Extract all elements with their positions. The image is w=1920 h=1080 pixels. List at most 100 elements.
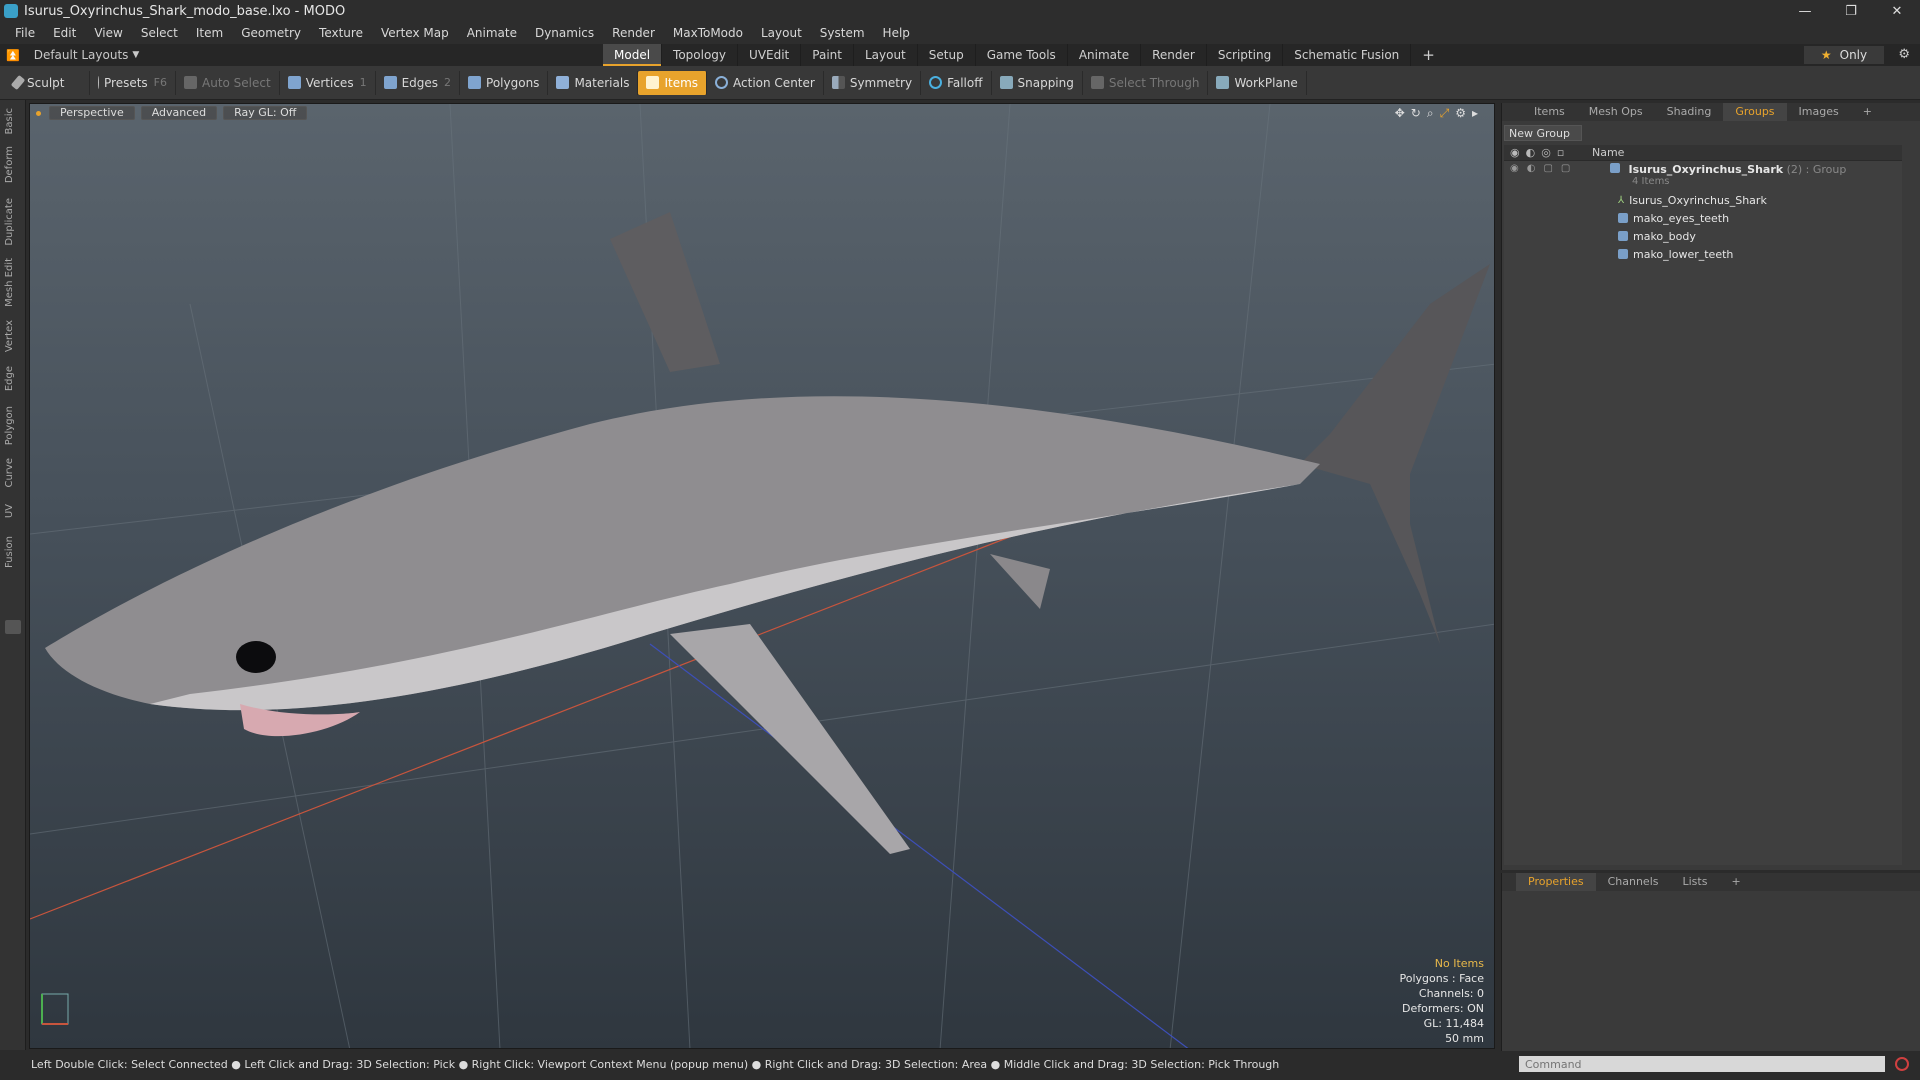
items-button[interactable]: Items <box>638 70 708 95</box>
menu-system[interactable]: System <box>811 26 874 40</box>
materials-button[interactable]: Materials <box>548 70 639 95</box>
symmetry-button[interactable]: Symmetry <box>824 70 922 95</box>
layout-current[interactable]: Default Layouts <box>34 48 129 62</box>
lefttab-mesh-edit[interactable]: Mesh Edit <box>4 258 20 307</box>
lefttab-vertex[interactable]: Vertex <box>4 320 20 352</box>
presets-button[interactable]: Presets F6 <box>90 70 176 95</box>
menu-texture[interactable]: Texture <box>310 26 372 40</box>
tab-properties[interactable]: Properties <box>1516 873 1596 891</box>
add-tab-icon[interactable]: + <box>1411 44 1446 66</box>
raygl-button[interactable]: Ray GL: Off <box>223 106 308 120</box>
lefttab-duplicate[interactable]: Duplicate <box>4 198 20 246</box>
lefttab-deform[interactable]: Deform <box>4 146 20 183</box>
layout-up-icon[interactable]: ⏫ <box>6 49 20 62</box>
tab-images[interactable]: Images <box>1787 103 1851 121</box>
polygons-button[interactable]: Polygons <box>460 70 549 95</box>
tab-shading[interactable]: Shading <box>1655 103 1724 121</box>
menu-help[interactable]: Help <box>874 26 919 40</box>
lefttab-polygon[interactable]: Polygon <box>4 406 20 445</box>
eye-icon[interactable]: ◉ <box>1510 163 1519 174</box>
workplane-button[interactable]: WorkPlane <box>1208 70 1307 95</box>
tab-groups[interactable]: Groups <box>1723 103 1787 121</box>
new-group-button[interactable]: New Group <box>1504 125 1582 141</box>
select-through-button[interactable]: Select Through <box>1083 70 1209 95</box>
tab-game-tools[interactable]: Game Tools <box>976 44 1068 66</box>
add-properties-tab-icon[interactable]: + <box>1719 873 1752 891</box>
menu-file[interactable]: File <box>6 26 44 40</box>
group-row[interactable]: ◉ ◐ ▢ ▢ Isurus_Oxyrinchus_Shark (2) : Gr… <box>1504 161 1902 191</box>
tab-setup[interactable]: Setup <box>918 44 976 66</box>
group-item-row[interactable]: mako_body <box>1504 227 1902 245</box>
tab-render[interactable]: Render <box>1141 44 1207 66</box>
name-column-header[interactable]: Name <box>1588 146 1624 159</box>
tab-paint[interactable]: Paint <box>801 44 854 66</box>
command-input[interactable] <box>1519 1056 1885 1072</box>
auto-select-button[interactable]: Auto Select <box>176 70 280 95</box>
move-view-icon[interactable]: ✥ <box>1395 106 1405 121</box>
action-center-button[interactable]: Action Center <box>707 70 824 95</box>
tab-lists[interactable]: Lists <box>1671 873 1720 891</box>
tab-uvedit[interactable]: UVEdit <box>738 44 802 66</box>
menu-dynamics[interactable]: Dynamics <box>526 26 603 40</box>
lock-column-icon[interactable]: ◎ <box>1541 146 1551 159</box>
tab-model[interactable]: Model <box>603 44 663 66</box>
tab-items[interactable]: Items <box>1522 103 1577 121</box>
tab-topology[interactable]: Topology <box>662 44 739 66</box>
viewport-menu-icon[interactable]: ▸ <box>1472 106 1478 121</box>
menu-vertex-map[interactable]: Vertex Map <box>372 26 458 40</box>
menu-geometry[interactable]: Geometry <box>232 26 310 40</box>
menu-maxtomodo[interactable]: MaxToModo <box>664 26 752 40</box>
render-icon[interactable]: ◐ <box>1527 163 1536 174</box>
restore-button[interactable]: ❐ <box>1828 0 1874 22</box>
menu-render[interactable]: Render <box>603 26 664 40</box>
lock-icon[interactable]: ▢ <box>1543 163 1552 174</box>
stop-icon[interactable] <box>1895 1057 1909 1071</box>
tab-scripting[interactable]: Scripting <box>1207 44 1284 66</box>
layout-selector[interactable]: ⏫ Default Layouts ▼ <box>0 48 600 62</box>
view-mode-button[interactable]: Advanced <box>140 106 218 120</box>
tab-mesh-ops[interactable]: Mesh Ops <box>1577 103 1655 121</box>
close-button[interactable]: ✕ <box>1874 0 1920 22</box>
lefttab-uv[interactable]: UV <box>4 504 20 518</box>
add-panel-tab-icon[interactable]: + <box>1851 103 1884 121</box>
select-column-icon[interactable]: ▫ <box>1557 146 1564 159</box>
minimize-button[interactable]: — <box>1782 0 1828 22</box>
tab-layout[interactable]: Layout <box>854 44 918 66</box>
tab-channels[interactable]: Channels <box>1596 873 1671 891</box>
menu-layout[interactable]: Layout <box>752 26 811 40</box>
group-item-row[interactable]: mako_eyes_teeth <box>1504 209 1902 227</box>
falloff-button[interactable]: Falloff <box>921 70 992 95</box>
sculpt-button[interactable]: Sculpt <box>6 70 90 95</box>
tab-schematic-fusion[interactable]: Schematic Fusion <box>1283 44 1412 66</box>
lefttab-curve[interactable]: Curve <box>4 458 20 488</box>
menu-animate[interactable]: Animate <box>458 26 526 40</box>
group-item-row[interactable]: mako_lower_teeth <box>1504 245 1902 263</box>
viewport-scene[interactable] <box>30 104 1495 1049</box>
snapping-button[interactable]: Snapping <box>992 70 1083 95</box>
view-perspective-button[interactable]: Perspective <box>49 106 135 120</box>
chevron-down-icon[interactable]: ▼ <box>132 50 139 60</box>
shark-model[interactable] <box>45 212 1490 854</box>
expand-panel-icon[interactable] <box>5 620 21 634</box>
group-item-row[interactable]: ⅄ Isurus_Oxyrinchus_Shark <box>1504 191 1902 209</box>
edges-button[interactable]: Edges 2 <box>376 70 461 95</box>
lefttab-basic[interactable]: Basic <box>4 108 20 134</box>
tab-animate[interactable]: Animate <box>1068 44 1142 66</box>
zoom-view-icon[interactable]: ⌕ <box>1427 106 1434 121</box>
menu-select[interactable]: Select <box>132 26 187 40</box>
lefttab-fusion[interactable]: Fusion <box>4 536 20 568</box>
checkbox-icon[interactable]: ▢ <box>1561 163 1570 174</box>
rotate-view-icon[interactable]: ↻ <box>1411 106 1421 121</box>
3d-viewport[interactable]: Perspective Advanced Ray GL: Off ✥ ↻ ⌕ ⤢… <box>29 103 1495 1049</box>
render-column-icon[interactable]: ◐ <box>1526 146 1536 159</box>
only-button[interactable]: ★ Only <box>1804 46 1884 64</box>
menu-item[interactable]: Item <box>187 26 232 40</box>
view-settings-icon[interactable]: ⚙ <box>1455 106 1466 121</box>
menu-edit[interactable]: Edit <box>44 26 85 40</box>
fit-view-icon[interactable]: ⤢ <box>1440 106 1450 121</box>
lefttab-edge[interactable]: Edge <box>4 366 20 391</box>
menu-view[interactable]: View <box>85 26 131 40</box>
vertices-button[interactable]: Vertices 1 <box>280 70 376 95</box>
gear-icon[interactable]: ⚙ <box>1898 47 1910 62</box>
visibility-column-icon[interactable]: ◉ <box>1510 146 1520 159</box>
